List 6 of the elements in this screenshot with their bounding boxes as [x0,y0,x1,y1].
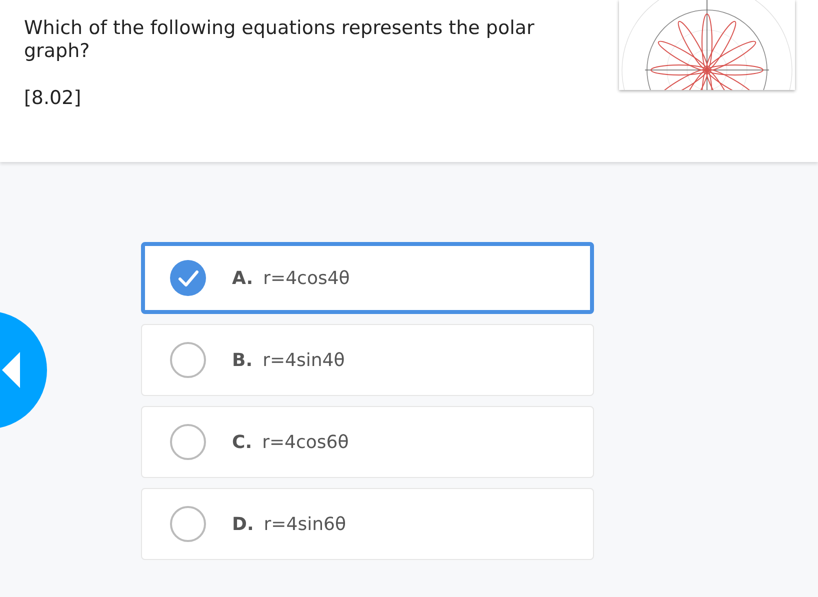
answer-option[interactable]: A. r=4cos4θ [141,242,594,314]
answer-option[interactable]: B. r=4sin4θ [141,324,594,396]
answer-option[interactable]: D. r=4sin6θ [141,488,594,560]
question-code: [8.02] [24,87,82,109]
question-text: Which of the following equations represents the polar graph? [24,17,536,63]
answer-option[interactable]: C. r=4cos6θ [141,406,594,478]
